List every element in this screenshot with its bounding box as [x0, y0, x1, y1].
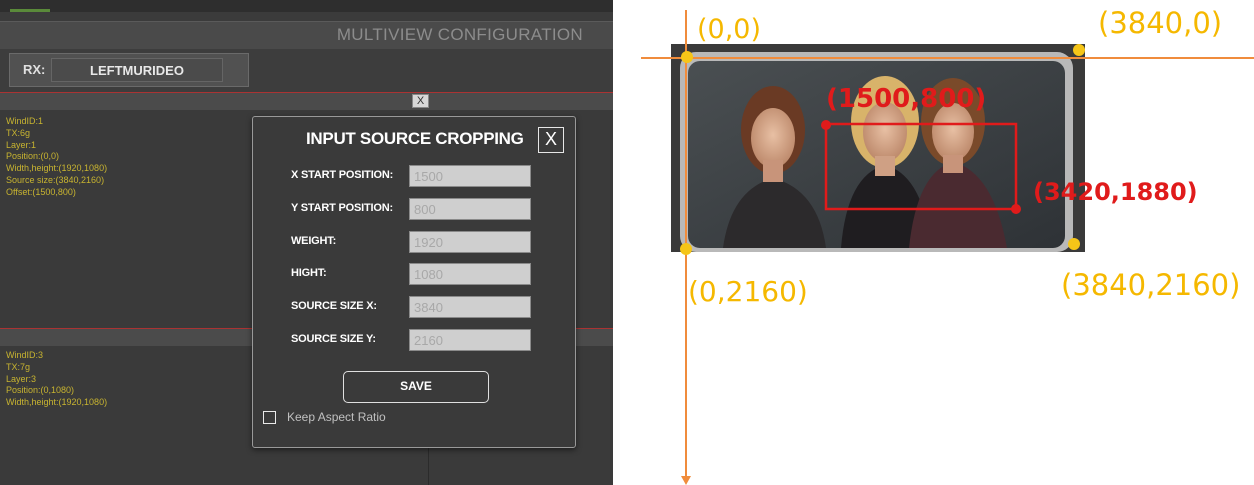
rx-value[interactable]: LEFTMURIDEO	[51, 58, 223, 82]
rx-selector[interactable]: RX: LEFTMURIDEO	[9, 53, 249, 87]
info-line: WindID:1	[6, 116, 44, 126]
hight-input[interactable]	[409, 263, 531, 285]
info-line: TX:7g	[6, 361, 31, 372]
coord-top-right: (3840,0)	[1098, 6, 1223, 40]
rx-label: RX:	[23, 62, 46, 77]
coord-bottom-left: (0,2160)	[688, 275, 808, 308]
info-line: TX:6g	[6, 127, 31, 138]
window1-info: WindID:1 TX:6g Layer:1 Position:(0,0) Wi…	[6, 116, 107, 199]
coord-bottom-right: (3840,2160)	[1061, 268, 1241, 302]
weight-row: WEIGHT:	[291, 231, 541, 253]
window2-info: WindID:3 TX:7g Layer:3 Position:(0,1080)…	[6, 350, 107, 409]
keep-aspect-ratio-checkbox[interactable]	[263, 411, 276, 424]
corner-dot-bottom-right	[1068, 238, 1080, 250]
x-start-input[interactable]	[409, 165, 531, 187]
weight-label: WEIGHT:	[291, 235, 337, 247]
dialog-title: INPUT SOURCE CROPPING	[306, 129, 524, 148]
multiview-app: MULTIVIEW CONFIGURATION RX: LEFTMURIDEO …	[0, 0, 613, 485]
window-close-button[interactable]: X	[412, 94, 429, 108]
keep-aspect-ratio-label: Keep Aspect Ratio	[287, 410, 386, 424]
crop-start-label: (1500,800)	[826, 84, 987, 114]
y-start-row: Y START POSITION:	[291, 198, 541, 220]
info-line: Position:(0,1080)	[6, 385, 75, 396]
source-size-x-label: SOURCE SIZE X:	[291, 300, 377, 312]
rx-row: RX: LEFTMURIDEO	[0, 49, 613, 92]
info-line: Position:(0,0)	[6, 151, 60, 162]
info-line: Width,height:(1920,1080)	[6, 163, 108, 174]
info-line: Offset:(1500,800)	[6, 186, 76, 197]
corner-dot-top-right	[1073, 44, 1085, 56]
top-strip	[0, 0, 613, 12]
hight-label: HIGHT:	[291, 267, 327, 279]
crop-end-label: (3420,1880)	[1033, 178, 1198, 206]
top-accent	[10, 9, 50, 12]
source-size-y-input[interactable]	[409, 329, 531, 351]
info-line: Layer:3	[6, 373, 37, 384]
info-line: WindID:3	[6, 350, 44, 360]
crop-end-dot	[1011, 204, 1021, 214]
corner-dot-bottom-left	[680, 243, 692, 255]
illustration-canvas	[641, 10, 1254, 485]
title-bar: MULTIVIEW CONFIGURATION	[0, 21, 613, 50]
source-size-x-row: SOURCE SIZE X:	[291, 296, 541, 318]
source-size-x-input[interactable]	[409, 296, 531, 318]
x-start-label: X START POSITION:	[291, 169, 394, 181]
page-title: MULTIVIEW CONFIGURATION	[336, 25, 583, 44]
save-button[interactable]: SAVE	[343, 371, 489, 403]
source-size-y-row: SOURCE SIZE Y:	[291, 329, 541, 351]
x-start-row: X START POSITION:	[291, 165, 541, 187]
cropping-illustration: (0,0) (3840,0) (0,2160) (3840,2160) (150…	[613, 0, 1254, 485]
info-line: Source size:(3840,2160)	[6, 174, 105, 185]
crop-start-dot	[821, 120, 831, 130]
source-size-y-label: SOURCE SIZE Y:	[291, 333, 376, 345]
info-line: Layer:1	[6, 139, 37, 150]
dialog-close-button[interactable]: X	[538, 127, 564, 153]
y-start-input[interactable]	[409, 198, 531, 220]
weight-input[interactable]	[409, 231, 531, 253]
input-source-cropping-dialog: INPUT SOURCE CROPPING X X START POSITION…	[252, 116, 576, 448]
y-axis-arrow	[681, 476, 691, 485]
window1-header: X	[0, 92, 613, 111]
info-line: Width,height:(1920,1080)	[6, 397, 108, 408]
corner-dot-top-left	[681, 51, 693, 63]
coord-top-left: (0,0)	[697, 14, 762, 45]
y-start-label: Y START POSITION:	[291, 202, 393, 214]
hight-row: HIGHT:	[291, 263, 541, 285]
